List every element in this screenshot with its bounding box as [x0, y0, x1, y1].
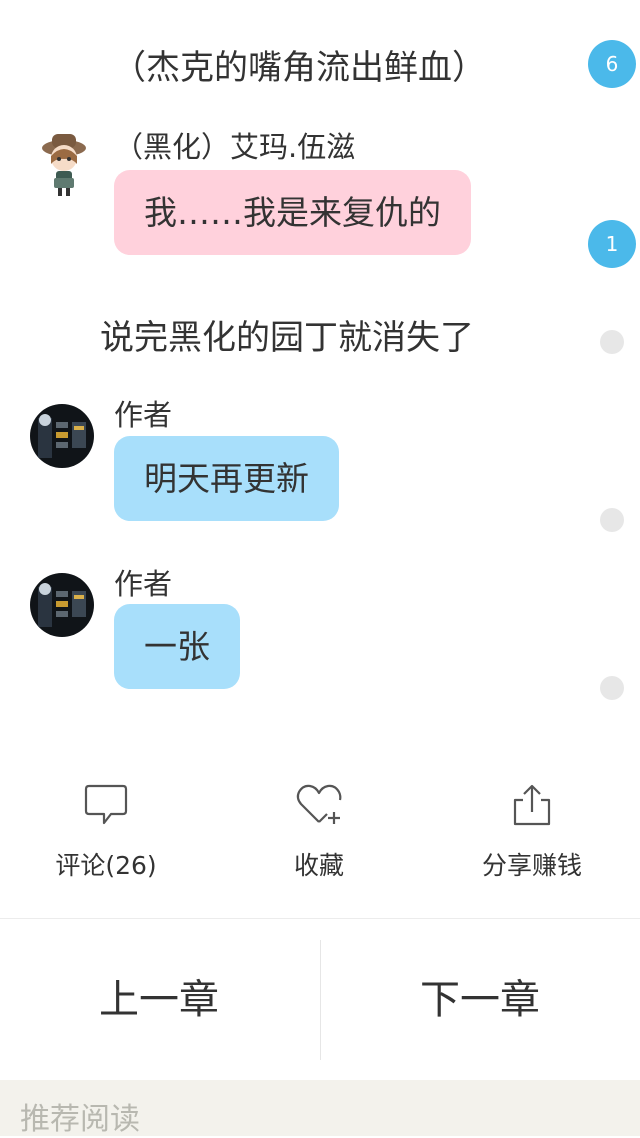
favorite-button[interactable]: 收藏 [219, 782, 419, 882]
share-label: 分享赚钱 [481, 851, 582, 880]
message-bubble: 一张 [114, 604, 240, 689]
divider [0, 918, 640, 919]
speaker-name: 作者 [114, 567, 173, 601]
author-avatar [30, 404, 94, 468]
comment-dot[interactable] [600, 508, 624, 532]
speech-bubble-icon [84, 784, 128, 825]
narration-line: （杰克的嘴角流出鲜血） [112, 48, 486, 88]
comment-button[interactable]: 评论(26) [6, 782, 206, 882]
favorite-label: 收藏 [293, 851, 344, 880]
message-bubble: 我……我是来复仇的 [114, 170, 471, 255]
heart-plus-icon [296, 784, 342, 824]
comment-label: 评论(26) [55, 851, 157, 880]
next-chapter-button[interactable]: 下一章 [321, 968, 639, 1032]
share-icon [513, 784, 551, 826]
recommended-label: 推荐阅读 [20, 1102, 140, 1137]
speaker-name: （黑化）艾玛.伍滋 [114, 130, 356, 164]
share-button[interactable]: 分享赚钱 [432, 782, 632, 882]
comment-count-badge[interactable]: 1 [588, 220, 636, 268]
author-avatar [30, 573, 94, 637]
message-bubble: 明天再更新 [114, 436, 339, 521]
prev-chapter-button[interactable]: 上一章 [0, 968, 318, 1032]
comment-dot[interactable] [600, 330, 624, 354]
speaker-name: 作者 [114, 398, 173, 432]
narration-line: 说完黑化的园丁就消失了 [100, 318, 474, 358]
recommended-section: 推荐阅读 [0, 1080, 640, 1137]
comment-count-badge[interactable]: 6 [588, 40, 636, 88]
comment-dot[interactable] [600, 676, 624, 700]
character-avatar [32, 128, 96, 196]
